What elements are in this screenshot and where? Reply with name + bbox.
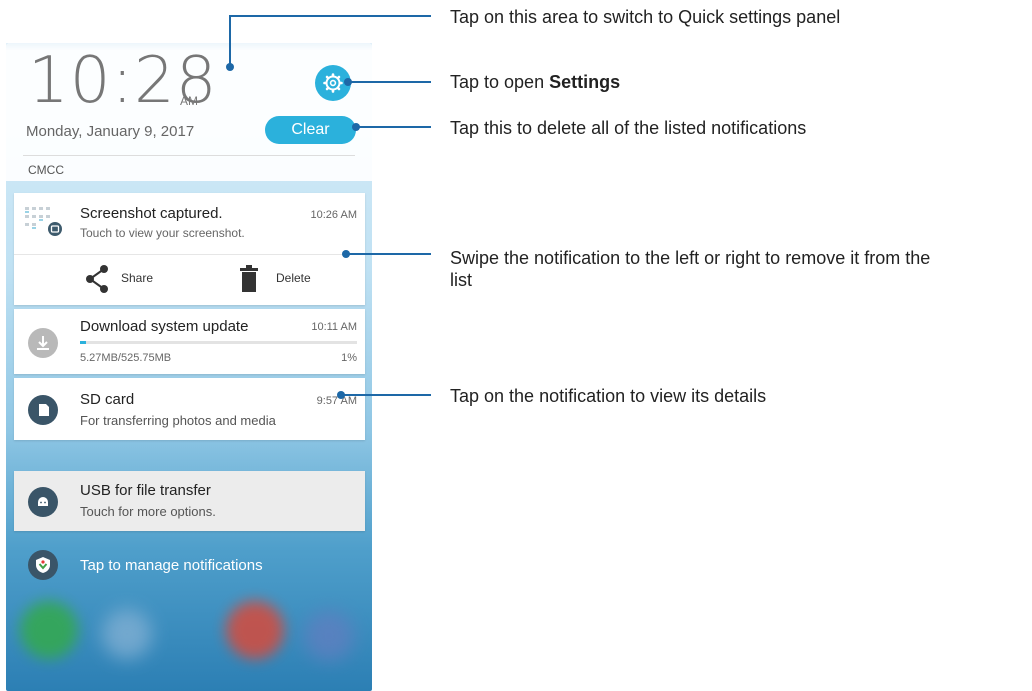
callout-settings: Tap to open Settings	[450, 71, 620, 93]
manage-notifications[interactable]: Tap to manage notifications	[14, 547, 365, 583]
clear-button[interactable]: Clear	[265, 116, 356, 144]
callout-clear: Tap this to delete all of the listed not…	[450, 118, 807, 138]
gear-icon	[323, 73, 343, 93]
download-title: Download system update	[80, 318, 249, 335]
callout-line	[348, 81, 431, 83]
callout-line	[229, 15, 431, 17]
screenshot-time: 10:26 AM	[310, 209, 357, 221]
header-divider	[23, 155, 355, 156]
sd-card-title: SD card	[80, 391, 135, 408]
download-progress-fill	[80, 341, 86, 344]
download-icon	[28, 328, 58, 358]
delete-action[interactable]: Delete	[238, 265, 348, 293]
screenshot-title: Screenshot captured.	[80, 205, 223, 222]
notification-shade: 10:28 AM Monday, January 9, 2017 Clear C…	[6, 43, 372, 691]
manage-notifications-label: Tap to manage notifications	[80, 557, 263, 574]
screenshot-actions-divider	[14, 254, 365, 255]
trash-icon	[240, 265, 258, 292]
delete-label: Delete	[276, 271, 311, 285]
callout-line	[346, 253, 431, 255]
usb-title: USB for file transfer	[80, 482, 211, 499]
shade-header[interactable]: 10:28 AM Monday, January 9, 2017 Clear C…	[6, 43, 372, 181]
sd-card-subtitle: For transferring photos and media	[80, 413, 276, 428]
blurred-app-icon	[304, 611, 354, 661]
callout-line	[341, 394, 431, 396]
callout-details: Tap on the notification to view its deta…	[450, 386, 767, 406]
clock-ampm: AM	[180, 94, 198, 108]
usb-notification[interactable]: USB for file transfer Touch for more opt…	[14, 471, 365, 531]
download-progress-bar	[80, 341, 357, 344]
screenshot-notification[interactable]: Screenshot captured. Touch to view your …	[14, 193, 365, 305]
date-label: Monday, January 9, 2017	[26, 123, 195, 140]
share-label: Share	[121, 271, 154, 285]
callout-swipe-line2: list	[450, 270, 472, 290]
usb-subtitle: Touch for more options.	[80, 504, 216, 519]
callout-settings-bold: Settings	[549, 72, 621, 92]
screenshot-subtitle: Touch to view your screenshot.	[80, 226, 245, 240]
callout-swipe: Swipe the notification to the left or ri…	[450, 247, 930, 291]
download-time: 10:11 AM	[311, 321, 357, 333]
callout-line	[356, 126, 431, 128]
callout-line	[229, 15, 231, 67]
download-notification[interactable]: Download system update 10:11 AM 5.27MB/5…	[14, 309, 365, 374]
shield-icon	[28, 550, 58, 580]
blurred-app-icon	[102, 609, 152, 659]
blurred-app-icon	[20, 601, 78, 659]
share-action[interactable]: Share	[84, 265, 194, 293]
android-icon	[28, 487, 58, 517]
carrier-label: CMCC	[28, 163, 64, 177]
callout-quick-settings: Tap on this area to switch to Quick sett…	[450, 7, 841, 27]
share-icon	[86, 265, 108, 293]
callout-swipe-line1: Swipe the notification to the left or ri…	[450, 248, 931, 268]
download-percent: 1%	[341, 352, 357, 364]
sd-card-icon	[28, 395, 58, 425]
download-size: 5.27MB/525.75MB	[80, 352, 172, 364]
blurred-app-icon	[226, 601, 284, 659]
screenshot-thumbnail-icon	[24, 205, 64, 237]
callout-settings-prefix: Tap to open	[450, 72, 550, 92]
sd-card-notification[interactable]: SD card For transferring photos and medi…	[14, 378, 365, 440]
